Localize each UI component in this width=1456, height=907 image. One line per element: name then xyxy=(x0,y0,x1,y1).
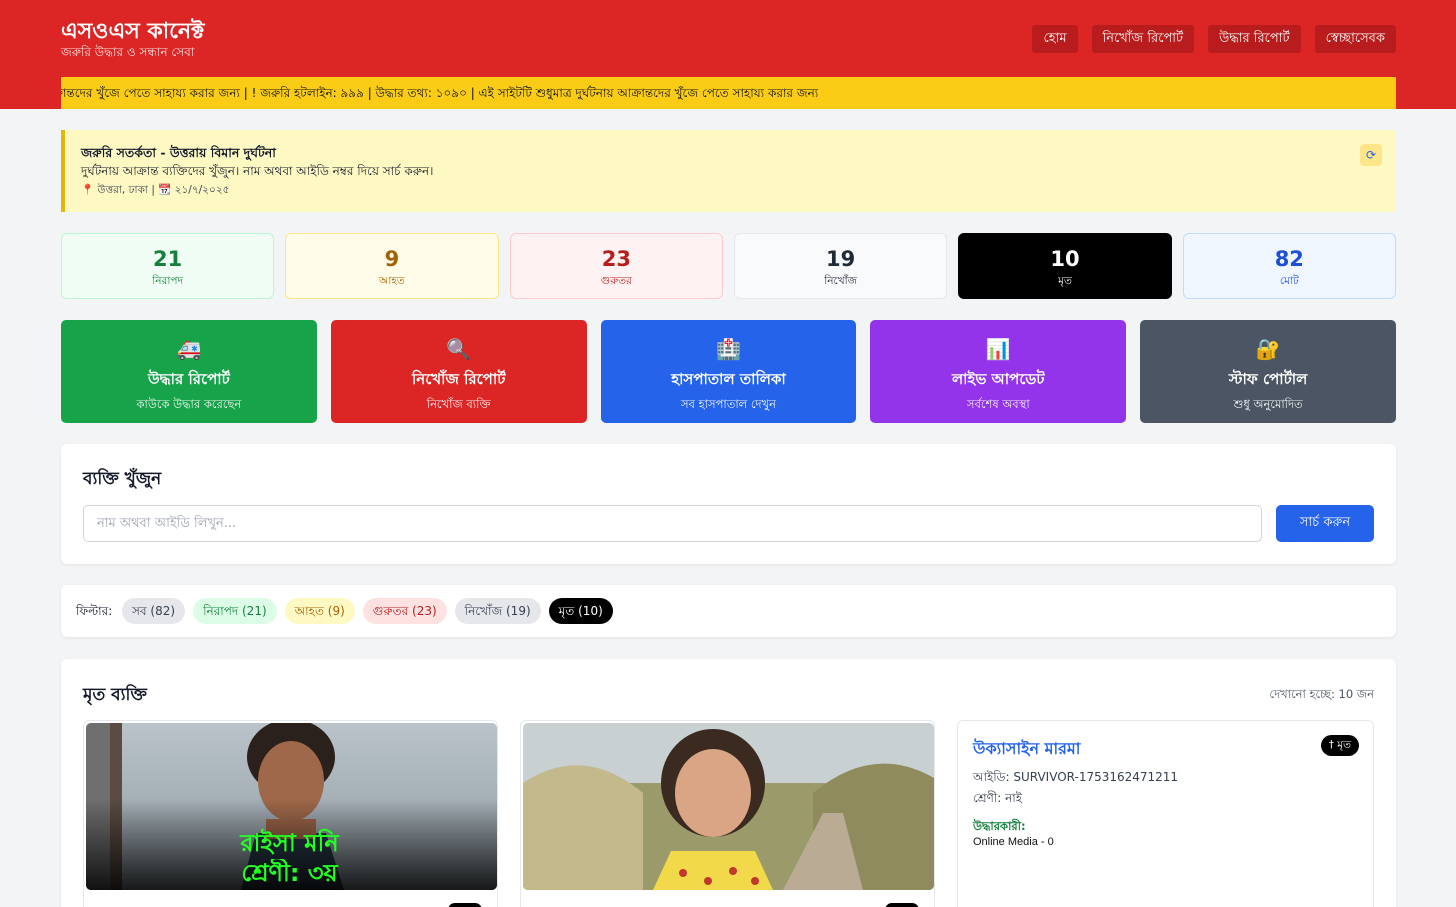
filter-chip-injured[interactable]: আহত (9) xyxy=(284,598,355,624)
person-photo xyxy=(523,723,934,890)
stat-missing: 19 নিখোঁজ xyxy=(733,233,948,299)
alert-meta: 📍 উত্তরা, ঢাকা | 📆 ২১/৭/২০২৫ xyxy=(81,183,229,200)
person-name[interactable]: উক্যাসাইন মারমা xyxy=(973,736,1080,763)
magnifier-icon: 🔍 xyxy=(446,337,472,361)
nav-home-button[interactable]: হোম xyxy=(1032,25,1078,53)
hospital-list-tile[interactable]: 🏥 হাসপাতাল তালিকা সব হাসপাতাল দেখুন xyxy=(600,320,857,423)
tile-title: হাসপাতাল তালিকা xyxy=(671,370,786,388)
alert-date: ২১/৭/২০২৫ xyxy=(174,184,230,196)
stat-value: 19 xyxy=(826,247,856,271)
tile-title: লাইভ আপডেট xyxy=(951,370,1045,388)
photo-caption-class: শ্রেণী: ৩য় xyxy=(241,859,338,887)
results-count: দেখানো হচ্ছে: 10 জন xyxy=(1269,687,1374,701)
alert-location: উত্তরা, ঢাকা xyxy=(97,184,148,196)
filter-chip-all[interactable]: সব (82) xyxy=(122,598,186,624)
stat-label: নিখোঁজ xyxy=(824,275,858,287)
action-tiles: 🚑 উদ্ধার রিপোর্ট কাউকে উদ্ধার করেছেন 🔍 ন… xyxy=(61,320,1396,423)
search-button[interactable]: সার্চ করুন xyxy=(1276,505,1374,542)
alert-message: দুর্ঘটনায় আক্রান্ত ব্যক্তিদের খুঁজুন। ন… xyxy=(81,164,434,178)
rescue-report-tile[interactable]: 🚑 উদ্ধার রিপোর্ট কাউকে উদ্ধার করেছেন xyxy=(61,320,317,423)
tile-subtitle: কাউকে উদ্ধার করেছেন xyxy=(136,397,242,411)
search-card: ব্যক্তি খুঁজুন সার্চ করুন xyxy=(61,444,1396,564)
tile-title: নিখোঁজ রিপোর্ট xyxy=(412,370,506,388)
tile-subtitle: সর্বশেষ অবস্থা xyxy=(966,397,1030,411)
rescuer-label: উদ্ধারকারী: xyxy=(973,819,1026,833)
filter-chip-critical[interactable]: গুরুতর (23) xyxy=(362,598,447,624)
filter-chip-deceased[interactable]: মৃত (10) xyxy=(548,598,613,624)
site-subtitle: জরুরি উদ্ধার ও সন্ধান সেবা xyxy=(61,45,195,59)
hospital-icon: 🏥 xyxy=(716,337,741,361)
staff-portal-tile[interactable]: 🔐 স্টাফ পোর্টাল শুধু অনুমোদিত xyxy=(1140,320,1396,423)
stat-label: নিরাপদ xyxy=(152,275,184,287)
tile-subtitle: নিখোঁজ ব্যক্তি xyxy=(426,397,491,411)
stat-label: মোট xyxy=(1279,275,1299,287)
results-section: মৃত ব্যক্তি দেখানো হচ্ছে: 10 জন রাইসা মন… xyxy=(61,659,1396,907)
stat-value: 9 xyxy=(384,247,400,271)
person-card[interactable]: রাইসা মনি শ্রেণী: ৩য় xyxy=(83,720,498,907)
filter-label: ফিল্টার: xyxy=(76,604,113,618)
status-badge xyxy=(448,903,482,907)
chart-icon: 📊 xyxy=(985,337,1011,361)
tile-title: উদ্ধার রিপোর্ট xyxy=(148,370,230,388)
status-badge: † মৃত xyxy=(1320,735,1359,756)
tile-subtitle: শুধু অনুমোদিত xyxy=(1233,397,1303,411)
tile-title: স্টাফ পোর্টাল xyxy=(1228,370,1308,388)
person-class: শ্রেণী: নাই xyxy=(973,791,1023,805)
location-pin-icon: 📍 xyxy=(81,184,95,196)
stat-label: গুরুতর xyxy=(600,275,632,287)
stat-injured: 9 আহত xyxy=(285,233,499,299)
person-card[interactable] xyxy=(520,720,935,907)
person-id: আইডি: SURVIVOR-1753162471211 xyxy=(973,770,1179,784)
stat-value: 82 xyxy=(1274,247,1304,271)
filter-chips: সব (82) নিরাপদ (21) আহত (9) গুরুতর (23) … xyxy=(122,598,613,624)
person-card[interactable]: উক্যাসাইন মারমা † মৃত আইডি: SURVIVOR-175… xyxy=(957,720,1374,907)
alert-title: জরুরি সতর্কতা - উত্তরায় বিমান দুর্ঘটনা xyxy=(81,145,276,160)
ticker-text: ক্রান্তদের খুঁজে পেতে সাহায্য করার জন্য … xyxy=(61,86,819,100)
stat-safe: 21 নিরাপদ xyxy=(61,233,275,299)
live-update-tile[interactable]: 📊 লাইভ আপডেট সর্বশেষ অবস্থা xyxy=(870,320,1127,423)
photo-caption-name: রাইসা মনি xyxy=(240,829,339,857)
results-title: মৃত ব্যক্তি xyxy=(83,685,147,705)
stat-total: 82 মোট xyxy=(1182,233,1396,299)
filter-bar: ফিল্টার: সব (82) নিরাপদ (21) আহত (9) গুর… xyxy=(61,585,1396,637)
filter-chip-safe[interactable]: নিরাপদ (21) xyxy=(193,598,277,624)
nav-volunteer-button[interactable]: স্বেচ্ছাসেবক xyxy=(1314,25,1396,53)
nav-missing-report-button[interactable]: নিখোঁজ রিপোর্ট xyxy=(1091,25,1195,53)
stat-deceased: 10 মৃত xyxy=(958,233,1172,299)
status-badge xyxy=(885,903,919,907)
stat-label: মৃত xyxy=(1058,275,1072,287)
stats-row: 21 নিরাপদ 9 আহত 23 গুরুতর 19 নিখোঁজ 10 ম… xyxy=(61,233,1396,299)
missing-report-tile[interactable]: 🔍 নিখোঁজ রিপোর্ট নিখোঁজ ব্যক্তি xyxy=(330,320,587,423)
search-input[interactable] xyxy=(83,505,1262,542)
calendar-icon: 📆 xyxy=(158,184,172,196)
main-nav: হোম নিখোঁজ রিপোর্ট উদ্ধার রিপোর্ট স্বেচ্… xyxy=(1032,25,1396,53)
news-ticker: ক্রান্তদের খুঁজে পেতে সাহায্য করার জন্য … xyxy=(61,77,1396,109)
ambulance-icon: 🚑 xyxy=(176,337,202,361)
stat-value: 21 xyxy=(153,247,183,271)
filter-chip-missing[interactable]: নিখোঁজ (19) xyxy=(454,598,541,624)
stat-value: 10 xyxy=(1050,247,1080,271)
nav-rescue-report-button[interactable]: উদ্ধার রিপোর্ট xyxy=(1208,25,1301,53)
tile-subtitle: সব হাসপাতাল দেখুন xyxy=(680,397,777,411)
stat-critical: 23 গুরুতর xyxy=(509,233,723,299)
search-title: ব্যক্তি খুঁজুন xyxy=(83,469,162,489)
lock-icon: 🔐 xyxy=(1255,337,1281,361)
stat-value: 23 xyxy=(601,247,631,271)
rescuer-name: Online Media - 0 xyxy=(973,836,1054,848)
emergency-alert: জরুরি সতর্কতা - উত্তরায় বিমান দুর্ঘটনা … xyxy=(61,130,1396,212)
refresh-icon[interactable]: ⟳ xyxy=(1360,144,1382,166)
stat-label: আহত xyxy=(379,275,405,287)
